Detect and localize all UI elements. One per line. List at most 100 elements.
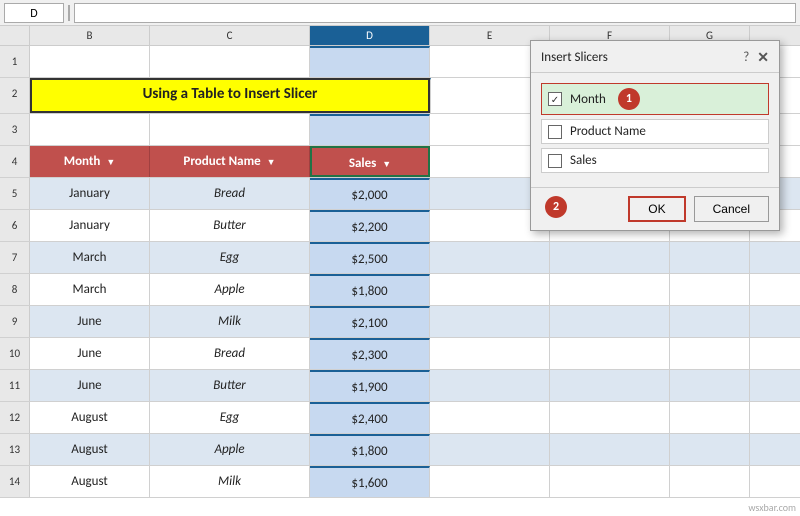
dialog-controls: ? ✕ xyxy=(743,49,769,66)
cell-c8[interactable]: Apple xyxy=(150,274,310,305)
row-num-3: 3 xyxy=(0,114,30,145)
row-num-5: 5 xyxy=(0,178,30,209)
cell-c11[interactable]: Butter xyxy=(150,370,310,401)
cell-d5[interactable]: $2,000 xyxy=(310,178,430,209)
cell-f14[interactable] xyxy=(550,466,670,497)
cell-f11[interactable] xyxy=(550,370,670,401)
cell-c13[interactable]: Apple xyxy=(150,434,310,465)
cell-b5[interactable]: January xyxy=(30,178,150,209)
cell-c10[interactable]: Bread xyxy=(150,338,310,369)
cell-f10[interactable] xyxy=(550,338,670,369)
cell-b14[interactable]: August xyxy=(30,466,150,497)
row-num-6: 6 xyxy=(0,210,30,241)
cell-d11[interactable]: $1,900 xyxy=(310,370,430,401)
row-9: 9 June Milk $2,100 xyxy=(0,306,800,338)
cell-d14[interactable]: $1,600 xyxy=(310,466,430,497)
cell-f13[interactable] xyxy=(550,434,670,465)
cell-b12[interactable]: August xyxy=(30,402,150,433)
cell-e12[interactable] xyxy=(430,402,550,433)
row-7: 7 March Egg $2,500 xyxy=(0,242,800,274)
month-dropdown-arrow[interactable]: ▼ xyxy=(106,157,115,168)
cell-d13[interactable]: $1,800 xyxy=(310,434,430,465)
cell-c9[interactable]: Milk xyxy=(150,306,310,337)
cancel-button[interactable]: Cancel xyxy=(694,196,769,222)
cell-d8[interactable]: $1,800 xyxy=(310,274,430,305)
dialog-help-button[interactable]: ? xyxy=(743,50,749,65)
cell-e11[interactable] xyxy=(430,370,550,401)
cell-f9[interactable] xyxy=(550,306,670,337)
cell-c12[interactable]: Egg xyxy=(150,402,310,433)
header-product[interactable]: Product Name ▼ xyxy=(150,146,310,177)
cell-b7[interactable]: March xyxy=(30,242,150,273)
cell-e9[interactable] xyxy=(430,306,550,337)
sales-checkbox[interactable] xyxy=(548,154,562,168)
cell-d10[interactable]: $2,300 xyxy=(310,338,430,369)
formula-bar: D xyxy=(0,0,800,26)
cell-b10[interactable]: June xyxy=(30,338,150,369)
badge-1: 1 xyxy=(618,88,640,110)
col-header-b[interactable]: B xyxy=(30,26,150,45)
month-label: Month xyxy=(570,92,606,107)
cell-c7[interactable]: Egg xyxy=(150,242,310,273)
slicer-item-sales[interactable]: Sales xyxy=(541,148,769,173)
cell-g13[interactable] xyxy=(670,434,750,465)
formula-bar-content[interactable] xyxy=(74,3,796,23)
cell-c6[interactable]: Butter xyxy=(150,210,310,241)
cell-e13[interactable] xyxy=(430,434,550,465)
cell-d9[interactable]: $2,100 xyxy=(310,306,430,337)
cell-g10[interactable] xyxy=(670,338,750,369)
cell-f8[interactable] xyxy=(550,274,670,305)
cell-e10[interactable] xyxy=(430,338,550,369)
cell-b13[interactable]: August xyxy=(30,434,150,465)
cell-d12[interactable]: $2,400 xyxy=(310,402,430,433)
slicer-item-product[interactable]: Product Name xyxy=(541,119,769,144)
col-header-a[interactable] xyxy=(0,26,30,45)
cell-f12[interactable] xyxy=(550,402,670,433)
row-11: 11 June Butter $1,900 xyxy=(0,370,800,402)
cell-g14[interactable] xyxy=(670,466,750,497)
cell-d3[interactable] xyxy=(310,114,430,145)
cell-d1[interactable] xyxy=(310,46,430,77)
cell-c3[interactable] xyxy=(150,114,310,145)
col-header-d[interactable]: D xyxy=(310,26,430,45)
cell-b6[interactable]: January xyxy=(30,210,150,241)
cell-g12[interactable] xyxy=(670,402,750,433)
cell-c1[interactable] xyxy=(150,46,310,77)
dialog-close-button[interactable]: ✕ xyxy=(757,49,769,66)
cell-d7[interactable]: $2,500 xyxy=(310,242,430,273)
cell-b9[interactable]: June xyxy=(30,306,150,337)
cell-g8[interactable] xyxy=(670,274,750,305)
slicer-item-month[interactable]: ✓ Month 1 xyxy=(541,83,769,115)
cell-b11[interactable]: June xyxy=(30,370,150,401)
cell-c5[interactable]: Bread xyxy=(150,178,310,209)
cell-g7[interactable] xyxy=(670,242,750,273)
cell-c14[interactable]: Milk xyxy=(150,466,310,497)
name-box[interactable]: D xyxy=(4,3,64,23)
month-checkbox[interactable]: ✓ xyxy=(548,92,562,106)
product-dropdown-arrow[interactable]: ▼ xyxy=(267,157,276,168)
badge-2: 2 xyxy=(545,196,567,218)
cell-b3[interactable] xyxy=(30,114,150,145)
row-10: 10 June Bread $2,300 xyxy=(0,338,800,370)
watermark: wsxbar.com xyxy=(748,501,796,514)
cell-b8[interactable]: March xyxy=(30,274,150,305)
row-num-4: 4 xyxy=(0,146,30,177)
cell-g9[interactable] xyxy=(670,306,750,337)
header-sales[interactable]: Sales ▼ xyxy=(310,146,430,177)
cell-e8[interactable] xyxy=(430,274,550,305)
cell-d6[interactable]: $2,200 xyxy=(310,210,430,241)
product-checkbox[interactable] xyxy=(548,125,562,139)
row-num-7: 7 xyxy=(0,242,30,273)
dialog-body: ✓ Month 1 Product Name Sales xyxy=(531,73,779,187)
cell-f7[interactable] xyxy=(550,242,670,273)
ok-button[interactable]: OK xyxy=(628,196,685,222)
cell-g11[interactable] xyxy=(670,370,750,401)
sales-dropdown-arrow[interactable]: ▼ xyxy=(382,159,391,170)
cell-e14[interactable] xyxy=(430,466,550,497)
header-month[interactable]: Month ▼ xyxy=(30,146,150,177)
spreadsheet: D B C D E F G 1 2 Using a Table to Inser… xyxy=(0,0,800,516)
col-header-c[interactable]: C xyxy=(150,26,310,45)
row-num-12: 12 xyxy=(0,402,30,433)
cell-e7[interactable] xyxy=(430,242,550,273)
cell-b1[interactable] xyxy=(30,46,150,77)
